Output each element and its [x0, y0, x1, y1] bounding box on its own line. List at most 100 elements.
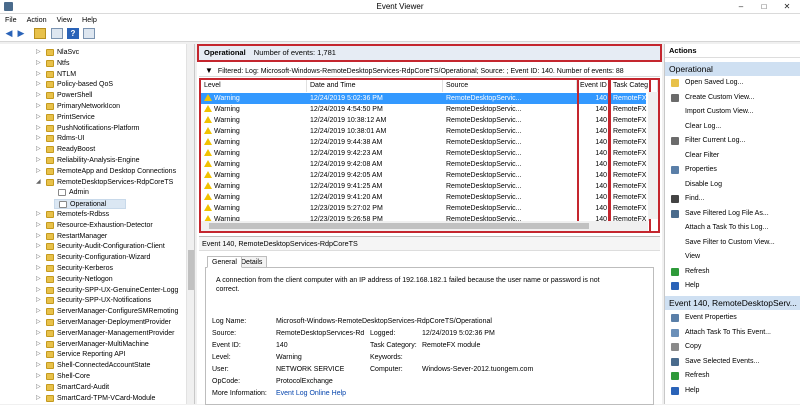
maximize-button[interactable]: □ — [753, 0, 775, 13]
action-item[interactable]: Open Saved Log... — [665, 76, 800, 90]
expanded-arrow-icon[interactable]: ◢ — [36, 178, 42, 188]
tree-item[interactable]: ▷ Policy-based QoS — [36, 80, 192, 90]
tree-item[interactable]: ▷ Security-Netlogon — [36, 275, 192, 285]
collapsed-arrow-icon[interactable]: ▷ — [36, 91, 42, 101]
tree-item[interactable]: ▷ Security-Configuration-Wizard — [36, 253, 192, 263]
collapsed-arrow-icon[interactable]: ▷ — [36, 124, 42, 134]
tree-item[interactable]: ▷ NlaSvc — [36, 48, 192, 58]
close-button[interactable]: ✕ — [776, 0, 798, 13]
tree-item[interactable]: ▷ ServerManager-DeploymentProvider — [36, 318, 192, 328]
collapsed-arrow-icon[interactable]: ▷ — [36, 329, 42, 339]
collapsed-arrow-icon[interactable]: ▷ — [36, 372, 42, 382]
event-log-online-help-link[interactable]: Event Log Online Help — [276, 390, 346, 397]
action-item[interactable]: Save Filtered Log File As... — [665, 207, 800, 221]
forward-arrow-icon[interactable]: ▶ — [15, 28, 27, 39]
show-hide-tree-icon[interactable] — [51, 28, 63, 39]
tree-item[interactable]: ▷ Security-Audit-Configuration-Client — [36, 242, 192, 252]
action-item[interactable]: View — [665, 250, 800, 264]
collapsed-arrow-icon[interactable]: ▷ — [36, 80, 42, 90]
minimize-button[interactable]: – — [730, 0, 752, 13]
action-item[interactable]: Properties — [665, 163, 800, 177]
collapsed-arrow-icon[interactable]: ▷ — [36, 318, 42, 328]
tree-item[interactable]: ▷ ServerManager-MultiMachine — [36, 340, 192, 350]
collapsed-arrow-icon[interactable]: ▷ — [36, 394, 42, 404]
column-date-time[interactable]: Date and Time — [307, 80, 443, 92]
action-item[interactable]: Clear Filter — [665, 149, 800, 163]
tree-scrollbar[interactable] — [186, 44, 194, 404]
collapsed-arrow-icon[interactable]: ▷ — [36, 59, 42, 69]
menu-action[interactable]: Action — [22, 14, 52, 24]
collapsed-arrow-icon[interactable]: ▷ — [36, 70, 42, 80]
tree-item[interactable]: ▷ Security-Kerberos — [36, 264, 192, 274]
tree-item[interactable]: ▷ SmartCard-TPM-VCard-Module — [36, 394, 192, 404]
action-item[interactable]: Filter Current Log... — [665, 134, 800, 148]
actions-section-operational[interactable]: Operational — [665, 62, 800, 76]
menu-file[interactable]: File — [0, 14, 22, 24]
collapsed-arrow-icon[interactable]: ▷ — [36, 145, 42, 155]
action-item[interactable]: Refresh — [665, 369, 800, 383]
action-item[interactable]: Copy — [665, 340, 800, 354]
tree-item[interactable]: ▷ Ntfs — [36, 59, 192, 69]
menu-help[interactable]: Help — [77, 14, 102, 24]
tree-item[interactable]: Admin — [54, 188, 194, 198]
action-pane-icon[interactable] — [83, 28, 95, 39]
action-item[interactable]: Event Properties — [665, 311, 800, 325]
collapsed-arrow-icon[interactable]: ▷ — [36, 264, 42, 274]
tree-item[interactable]: ▷ Resource-Exhaustion-Detector — [36, 221, 192, 231]
tree-item[interactable]: ▷ Shell-ConnectedAccountState — [36, 361, 192, 371]
tree-item[interactable]: ▷ PrimaryNetworkIcon — [36, 102, 192, 112]
action-item[interactable]: Clear Log... — [665, 120, 800, 134]
tree-item[interactable]: ◢ RemoteDesktopServices-RdpCoreTS — [36, 178, 192, 188]
collapsed-arrow-icon[interactable]: ▷ — [36, 48, 42, 58]
tree-item[interactable]: ▷ Security-SPP-UX-Notifications — [36, 296, 192, 306]
action-item[interactable]: Save Selected Events... — [665, 355, 800, 369]
tree-item[interactable]: ▷ Rdms-UI — [36, 134, 192, 144]
tree-item[interactable]: ▷ PushNotifications-Platform — [36, 124, 192, 134]
collapsed-arrow-icon[interactable]: ▷ — [36, 242, 42, 252]
grid-hscroll-thumb[interactable] — [209, 223, 589, 229]
collapsed-arrow-icon[interactable]: ▷ — [36, 113, 42, 123]
collapsed-arrow-icon[interactable]: ▷ — [36, 134, 42, 144]
tree-item[interactable]: ▷ ReadyBoost — [36, 145, 192, 155]
tree-item[interactable]: ▷ PowerShell — [36, 91, 192, 101]
collapsed-arrow-icon[interactable]: ▷ — [36, 307, 42, 317]
collapsed-arrow-icon[interactable]: ▷ — [36, 253, 42, 263]
action-item[interactable]: Attach Task To This Event... — [665, 326, 800, 340]
tree-item[interactable]: ▷ ServerManager-ConfigureSMRemoting — [36, 307, 192, 317]
collapsed-arrow-icon[interactable]: ▷ — [36, 275, 42, 285]
collapsed-arrow-icon[interactable]: ▷ — [36, 361, 42, 371]
collapsed-arrow-icon[interactable]: ▷ — [36, 286, 42, 296]
collapsed-arrow-icon[interactable]: ▷ — [36, 350, 42, 360]
tree-item[interactable]: ▷ ServerManager-ManagementProvider — [36, 329, 192, 339]
action-item[interactable]: Help — [665, 279, 800, 293]
action-item[interactable]: Disable Log — [665, 178, 800, 192]
menu-view[interactable]: View — [52, 14, 77, 24]
help-icon[interactable]: ? — [67, 28, 79, 39]
collapsed-arrow-icon[interactable]: ▷ — [36, 210, 42, 220]
back-arrow-icon[interactable]: ◀ — [3, 28, 15, 39]
collapsed-arrow-icon[interactable]: ▷ — [36, 167, 42, 177]
action-item[interactable]: Find... — [665, 192, 800, 206]
collapsed-arrow-icon[interactable]: ▷ — [36, 383, 42, 393]
actions-section-event[interactable]: Event 140, RemoteDesktopServ... — [665, 296, 800, 310]
tree-item[interactable]: ▷ RemoteApp and Desktop Connections — [36, 167, 192, 177]
collapsed-arrow-icon[interactable]: ▷ — [36, 340, 42, 350]
tree-item[interactable]: ▷ Remotefs-Rdbss — [36, 210, 192, 220]
action-item[interactable]: Import Custom View... — [665, 105, 800, 119]
column-level[interactable]: Level — [201, 80, 307, 92]
collapsed-arrow-icon[interactable]: ▷ — [36, 232, 42, 242]
column-source[interactable]: Source — [443, 80, 577, 92]
grid-horizontal-scrollbar[interactable] — [201, 221, 648, 231]
action-item[interactable]: Attach a Task To this Log... — [665, 221, 800, 235]
tree-item[interactable]: ▷ SmartCard-Audit — [36, 383, 192, 393]
action-item[interactable]: Help — [665, 384, 800, 398]
tree-item[interactable]: ▷ Security-SPP-UX-GenuineCenter-Logg — [36, 286, 192, 296]
tree-item[interactable]: ▷ Service Reporting API — [36, 350, 192, 360]
collapsed-arrow-icon[interactable]: ▷ — [36, 221, 42, 231]
up-folder-icon[interactable] — [34, 28, 46, 39]
tab-general[interactable]: General — [207, 256, 242, 268]
collapsed-arrow-icon[interactable]: ▷ — [36, 156, 42, 166]
tree-item[interactable]: ▷ NTLM — [36, 70, 192, 80]
collapsed-arrow-icon[interactable]: ▷ — [36, 296, 42, 306]
action-item[interactable]: Save Filter to Custom View... — [665, 236, 800, 250]
